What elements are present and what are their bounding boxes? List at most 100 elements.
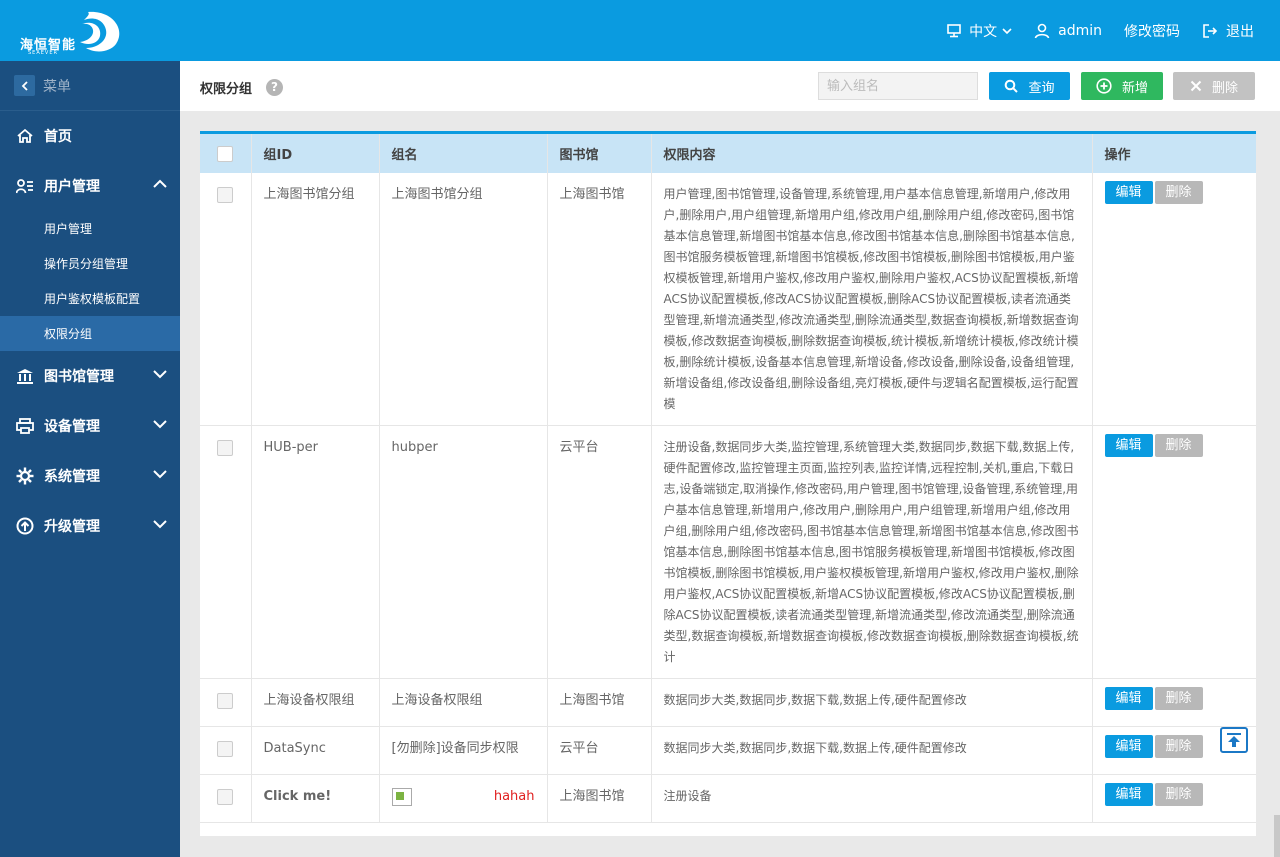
query-button[interactable]: 查询: [989, 72, 1070, 100]
sidebar: 菜单 首页 用户管理 用户管理 操作员分组管理 用户鉴权模板配置 权限分组 图书…: [0, 61, 180, 857]
monitor-icon: [947, 23, 961, 37]
library: 上海图书馆: [547, 774, 652, 823]
user-card-icon: [15, 178, 35, 194]
column-header: 组ID: [251, 134, 380, 173]
column-header: 操作: [1092, 134, 1256, 173]
row-checkbox[interactable]: [217, 693, 234, 709]
logout-icon: [1203, 23, 1218, 38]
library: 上海图书馆: [547, 678, 652, 727]
delete-button[interactable]: 删除: [1173, 72, 1255, 100]
edit-button[interactable]: 编辑: [1104, 783, 1153, 806]
sidebar-item-home[interactable]: 首页: [0, 111, 180, 161]
close-icon: [1190, 80, 1202, 92]
edit-button[interactable]: 编辑: [1104, 434, 1153, 457]
group-id: Click me!: [251, 774, 380, 823]
group-name: 上海设备权限组: [379, 678, 548, 727]
group-id: 上海设备权限组: [251, 678, 380, 727]
help-icon[interactable]: ?: [266, 79, 283, 96]
row-checkbox[interactable]: [217, 187, 234, 203]
library: 云平台: [547, 425, 652, 679]
edit-button[interactable]: 编辑: [1104, 687, 1153, 710]
chevron-down-icon: [153, 520, 167, 529]
chevron-down-icon: [1002, 27, 1012, 34]
edit-button[interactable]: 编辑: [1104, 181, 1153, 204]
table-row: Click me! hahah 上海图书馆 注册设备 编辑 删除: [200, 774, 1256, 823]
sidebar-item-label: 升级管理: [44, 519, 100, 535]
toolbar: 权限分组 ? 查询 新增 删除: [180, 61, 1280, 111]
sidebar-item-user-management[interactable]: 用户管理: [0, 161, 180, 211]
chevron-down-icon: [153, 470, 167, 479]
permission-group-table: 组ID 组名 图书馆 权限内容 操作 上海图书馆分组 上海图书馆分组 上海图书馆…: [200, 131, 1256, 836]
group-name: [勿删除]设备同步权限: [379, 726, 548, 775]
change-password-link[interactable]: 修改密码: [1124, 21, 1180, 41]
home-icon: [15, 128, 35, 144]
sidebar-subitem-permission-groups[interactable]: 权限分组: [0, 316, 180, 351]
row-delete-button[interactable]: 删除: [1154, 783, 1203, 806]
sidebar-item-library-management[interactable]: 图书馆管理: [0, 351, 180, 401]
table-header: 组ID 组名 图书馆 权限内容 操作: [200, 134, 1256, 173]
table-row: DataSync [勿删除]设备同步权限 云平台 数据同步大类,数据同步,数据下…: [200, 726, 1256, 775]
sidebar-subitem-user-management[interactable]: 用户管理: [0, 211, 180, 246]
group-id: DataSync: [251, 726, 380, 775]
sidebar-item-label: 系统管理: [44, 469, 100, 485]
logout-button[interactable]: 退出: [1202, 21, 1254, 41]
language-label: 中文: [969, 23, 998, 40]
query-label: 查询: [1028, 80, 1055, 96]
sidebar-item-label: 设备管理: [44, 419, 100, 435]
menu-label: 菜单: [43, 78, 71, 95]
column-header: 图书馆: [547, 134, 652, 173]
search-input[interactable]: [818, 72, 978, 100]
scroll-to-top-button[interactable]: [1220, 727, 1248, 753]
select-all-cell: [200, 134, 252, 173]
table-row: HUB-per hubper 云平台 注册设备,数据同步大类,监控管理,系统管理…: [200, 425, 1256, 679]
sidebar-subitem-auth-templates[interactable]: 用户鉴权模板配置: [0, 281, 180, 316]
group-name: hubper: [379, 425, 548, 679]
language-selector[interactable]: 中文: [947, 21, 1012, 41]
permissions: 注册设备: [651, 774, 1093, 823]
permissions: 数据同步大类,数据同步,数据下载,数据上传,硬件配置修改: [651, 678, 1093, 727]
group-name: 上海图书馆分组: [379, 173, 548, 426]
logo: 海恒智能 SEAEVER: [18, 8, 128, 56]
row-delete-button[interactable]: 删除: [1154, 735, 1203, 758]
chevron-down-icon: [153, 370, 167, 379]
delete-label: 删除: [1211, 80, 1238, 96]
row-delete-button[interactable]: 删除: [1154, 181, 1203, 204]
sidebar-item-upgrade-management[interactable]: 升级管理: [0, 501, 180, 551]
sidebar-subitem-operator-groups[interactable]: 操作员分组管理: [0, 246, 180, 281]
user-menu[interactable]: admin: [1034, 23, 1102, 39]
scrollbar[interactable]: [1274, 815, 1280, 857]
row-delete-button[interactable]: 删除: [1154, 687, 1203, 710]
add-label: 新增: [1121, 80, 1148, 96]
library: 云平台: [547, 726, 652, 775]
sidebar-item-system-management[interactable]: 系统管理: [0, 451, 180, 501]
table-row: 上海设备权限组 上海设备权限组 上海图书馆 数据同步大类,数据同步,数据下载,数…: [200, 678, 1256, 727]
row-checkbox[interactable]: [217, 440, 234, 456]
broken-image-icon: [391, 787, 412, 806]
edit-button[interactable]: 编辑: [1104, 735, 1153, 758]
sidebar-item-device-management[interactable]: 设备管理: [0, 401, 180, 451]
library: 上海图书馆: [547, 173, 652, 426]
printer-icon: [15, 418, 35, 434]
column-header: 权限内容: [651, 134, 1093, 173]
plus-circle-icon: [1096, 78, 1112, 94]
logo-subtext: SEAEVER: [28, 50, 58, 56]
row-delete-button[interactable]: 删除: [1154, 434, 1203, 457]
select-all-checkbox[interactable]: [217, 145, 234, 162]
permissions: 注册设备,数据同步大类,监控管理,系统管理大类,数据同步,数据下载,数据上传,硬…: [651, 425, 1093, 679]
permissions: 数据同步大类,数据同步,数据下载,数据上传,硬件配置修改: [651, 726, 1093, 775]
row-checkbox[interactable]: [217, 789, 234, 805]
column-header: 组名: [379, 134, 548, 173]
menu-toggle[interactable]: 菜单: [0, 61, 180, 111]
gear-icon: [15, 467, 35, 485]
top-bar: 海恒智能 SEAEVER 中文 admin 修改密码 退出: [0, 0, 1280, 61]
row-checkbox[interactable]: [217, 741, 234, 757]
change-password-label: 修改密码: [1124, 23, 1180, 40]
add-button[interactable]: 新增: [1081, 72, 1163, 100]
user-icon: [1034, 23, 1050, 38]
username: admin: [1058, 22, 1102, 39]
search-icon: [1005, 79, 1019, 93]
sidebar-item-label: 图书馆管理: [44, 369, 114, 385]
group-id: 上海图书馆分组: [251, 173, 380, 426]
logout-label: 退出: [1226, 23, 1254, 40]
sidebar-subitem-label: 操作员分组管理: [44, 257, 129, 271]
